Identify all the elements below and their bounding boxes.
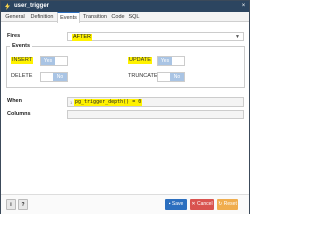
close-icon[interactable]: × [240, 3, 247, 10]
fires-label: Fires [7, 33, 21, 39]
save-icon: ▪ [168, 201, 171, 207]
info-button[interactable]: i [6, 199, 16, 210]
when-editor[interactable]: 1 pg_trigger_depth() = 0 [67, 97, 244, 107]
update-toggle-knob: Yes [158, 57, 172, 65]
cancel-button[interactable]: ✕ Cancel [190, 199, 214, 210]
chevron-down-icon: ▼ [235, 34, 240, 40]
truncate-toggle[interactable]: No [157, 72, 185, 82]
save-label: Save [171, 201, 184, 207]
tab-general[interactable]: General [3, 12, 27, 22]
columns-select[interactable] [67, 110, 244, 119]
title-bar[interactable]: user_trigger × [1, 1, 249, 12]
tab-bar: General Definition Events Transition Cod… [1, 12, 249, 23]
line-number: 1 [70, 100, 73, 105]
dialog-footer: i ? ▪ Save ✕ Cancel ↻ Reset [1, 194, 249, 214]
events-fieldset: Events INSERT Yes UPDATE Yes DELETE No T… [6, 43, 245, 88]
delete-toggle[interactable]: No [40, 72, 68, 82]
update-label: UPDATE [128, 57, 152, 64]
trigger-icon [5, 3, 10, 10]
dialog-title: user_trigger [14, 3, 50, 9]
tab-code[interactable]: Code [110, 12, 126, 22]
reset-icon: ↻ [218, 201, 223, 207]
fires-select[interactable]: AFTER ▼ [67, 32, 244, 41]
reset-button[interactable]: ↻ Reset [217, 199, 238, 210]
close-icon: ✕ [191, 201, 196, 207]
truncate-toggle-knob: No [170, 73, 184, 81]
save-button[interactable]: ▪ Save [165, 199, 187, 210]
tab-sql[interactable]: SQL [127, 12, 141, 22]
tab-definition[interactable]: Definition [28, 12, 56, 22]
insert-label: INSERT [11, 57, 34, 64]
truncate-label: TRUNCATE [128, 73, 158, 79]
columns-label: Columns [7, 111, 31, 117]
delete-toggle-knob: No [53, 73, 67, 81]
fires-value: AFTER [72, 34, 93, 41]
events-legend: Events [10, 43, 33, 50]
insert-toggle[interactable]: Yes [40, 56, 68, 66]
when-label: When [7, 98, 22, 104]
insert-toggle-knob: Yes [41, 57, 55, 65]
delete-label: DELETE [11, 73, 33, 79]
cancel-label: Cancel [197, 201, 213, 207]
when-condition: pg_trigger_depth() = 0 [74, 99, 143, 106]
tab-events[interactable]: Events [57, 12, 80, 23]
update-toggle[interactable]: Yes [157, 56, 185, 66]
tab-transition[interactable]: Transition [81, 12, 109, 22]
help-button[interactable]: ? [18, 199, 28, 210]
create-trigger-dialog: user_trigger × General Definition Events… [0, 0, 250, 214]
reset-label: Reset [223, 201, 237, 207]
